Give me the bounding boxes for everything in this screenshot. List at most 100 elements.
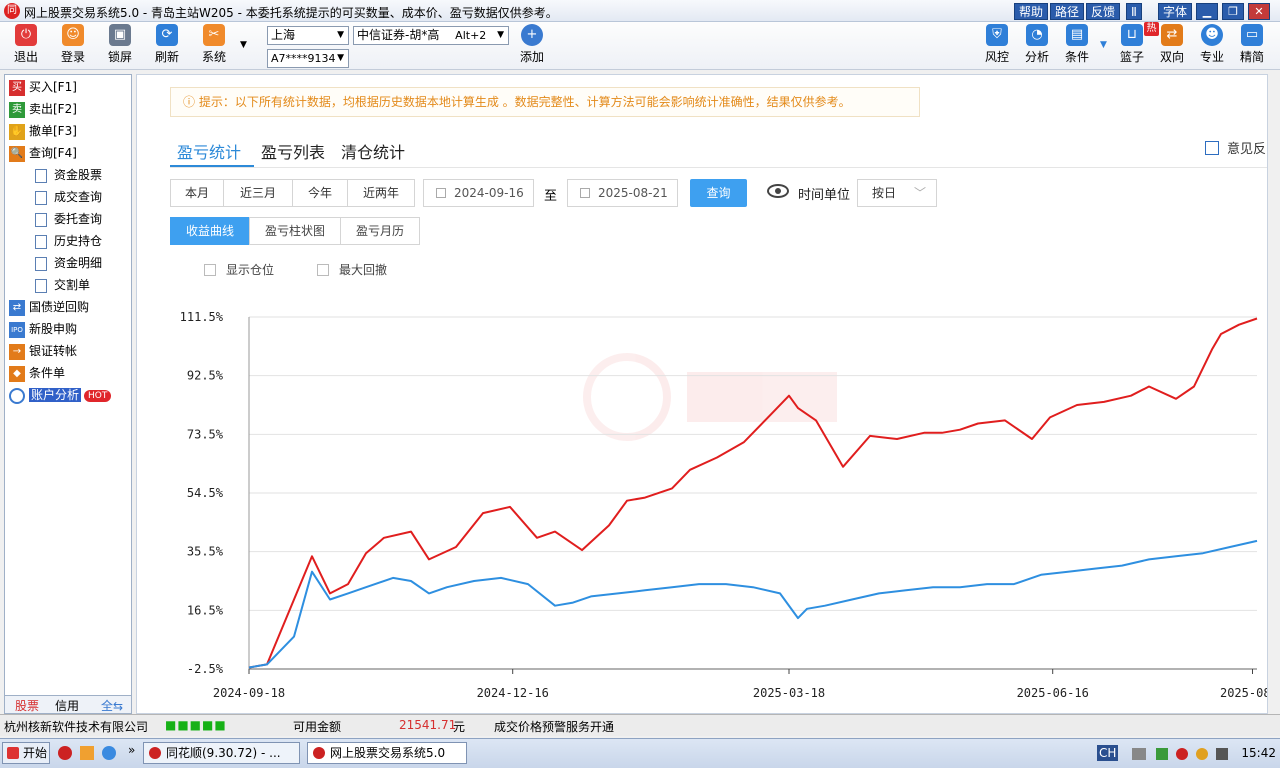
volume-icon[interactable] — [1215, 747, 1228, 760]
query-magnifier-icon: 🔍 — [9, 145, 25, 162]
task-tonghuashun[interactable]: 同花顺(9.30.72) - ... — [143, 742, 300, 764]
system-dropdown-icon[interactable]: ▼ — [240, 40, 247, 50]
compact-button[interactable]: ▭ 精简 — [1232, 24, 1272, 65]
feedback-label: 意见反 — [1227, 142, 1267, 157]
tab-clearance-stats[interactable]: 清仓统计 — [341, 139, 405, 163]
checkbox-box — [317, 264, 329, 276]
sidebar-subitem-settlement[interactable]: 交割单 — [35, 275, 90, 295]
maximize-icon[interactable]: ❐ — [1222, 3, 1244, 20]
sidebar-item-account-analysis[interactable]: 账户分析 HOT — [9, 385, 112, 405]
font-button[interactable]: 字体 — [1158, 3, 1193, 20]
minimize-icon[interactable]: ▁ — [1196, 3, 1218, 20]
sidebar-item-reverse-repo[interactable]: ⇄ 国债逆回购 — [9, 297, 89, 317]
chevron-right-icon[interactable]: » — [128, 743, 135, 757]
tab-all[interactable]: 全⇆ — [101, 697, 123, 714]
network-icon[interactable] — [1156, 747, 1169, 760]
feedback-title-button[interactable]: 反馈 — [1086, 3, 1121, 20]
refresh-button[interactable]: ⟳ 刷新 — [147, 24, 187, 65]
pin-button[interactable]: Ⅱ — [1126, 3, 1142, 20]
eye-icon[interactable] — [767, 184, 789, 198]
exit-button[interactable]: ⏻ 退出 — [6, 24, 46, 65]
query-button[interactable]: 查询 — [690, 179, 747, 207]
sidebar-item-sell[interactable]: 卖卖出[F2] — [9, 99, 77, 119]
account-select[interactable]: 中信证券-胡*高 Alt+2 ▼ — [353, 26, 509, 45]
keyboard-icon[interactable] — [1132, 747, 1147, 760]
sidebar-item-query[interactable]: 🔍 查询[F4] — [9, 143, 77, 163]
range-this-month[interactable]: 本月 — [170, 179, 224, 207]
range-this-year[interactable]: 今年 — [292, 179, 348, 207]
condition-dropdown-icon[interactable]: ▼ — [1100, 40, 1107, 50]
show-position-checkbox[interactable]: 显示仓位 — [204, 261, 274, 278]
time-unit-label: 时间单位 — [798, 188, 851, 203]
start-button[interactable]: 开始 — [2, 742, 50, 764]
subtab-profit-calendar[interactable]: 盈亏月历 — [340, 217, 420, 245]
sidebar-subitem-funds-stocks[interactable]: 资金股票 — [35, 165, 102, 185]
refresh-icon: ⟳ — [156, 24, 178, 46]
add-user-icon: + — [521, 24, 543, 46]
tray-app-icon[interactable] — [1175, 747, 1188, 760]
time-unit-select[interactable]: 按日 ﹀ — [857, 179, 937, 207]
task-trading-system[interactable]: 网上股票交易系统5.0 — [307, 742, 467, 764]
tab-profit-list[interactable]: 盈亏列表 — [261, 139, 325, 163]
sidebar-subitem-history-holdings[interactable]: 历史持仓 — [35, 231, 102, 251]
sidebar-item-buy[interactable]: 买买入[F1] — [9, 77, 77, 97]
sidebar-item-conditional[interactable]: ◆ 条件单 — [9, 363, 65, 383]
tools-icon: ✂ — [203, 24, 225, 46]
status-bar: 杭州核新软件技术有限公司 ■■■■■ 可用金额 21541.71 元 成交价格预… — [0, 714, 1280, 736]
y-tick-label: 73.5% — [187, 427, 224, 441]
sidebar-item-ipo[interactable]: IPO 新股申购 — [9, 319, 77, 339]
subtab-profit-bar[interactable]: 盈亏柱状图 — [249, 217, 341, 245]
sidebar-subitem-fund-details[interactable]: 资金明细 — [35, 253, 102, 273]
account-id-select[interactable]: A7****9134 ▼ — [267, 49, 349, 68]
login-label: 登录 — [60, 50, 85, 64]
analysis-button[interactable]: ◔ 分析 — [1017, 24, 1057, 65]
login-button[interactable]: ☺ 登录 — [53, 24, 93, 65]
security-icon[interactable] — [1195, 747, 1208, 760]
end-date-field[interactable]: 2025-08-21 — [567, 179, 678, 207]
start-date-field[interactable]: 2024-09-16 — [423, 179, 534, 207]
subtab-return-curve[interactable]: 收益曲线 — [170, 217, 250, 245]
professional-icon: ☻ — [1201, 24, 1223, 46]
condition-button[interactable]: ▤ 条件 — [1057, 24, 1097, 65]
edit-icon — [1205, 141, 1219, 155]
lock-button[interactable]: ▣ 锁屏 — [100, 24, 140, 65]
system-button[interactable]: ✂ 系统 — [194, 24, 234, 65]
quicklaunch-app-icon[interactable] — [58, 746, 72, 760]
professional-button[interactable]: ☻ 专业 — [1192, 24, 1232, 65]
market-select[interactable]: 上海 ▼ — [267, 26, 349, 45]
account-shortcut: Alt+2 — [455, 29, 487, 42]
main-panel: ⓘ 提示：以下所有统计数据，均根据历史数据本地计算生成 。数据完整性、计算方法可… — [136, 74, 1268, 714]
input-language[interactable]: CH — [1097, 745, 1119, 761]
time-unit-value: 按日 — [872, 186, 897, 200]
tabs-divider — [170, 167, 1267, 168]
chevron-down-icon: ﹀ — [913, 186, 926, 200]
close-icon[interactable]: ✕ — [1248, 3, 1270, 20]
lock-icon: ▣ — [109, 24, 131, 46]
path-button[interactable]: 路径 — [1050, 3, 1085, 20]
sidebar-item-cancel[interactable]: ✋ 撤单[F3] — [9, 121, 77, 141]
bidirectional-button[interactable]: ⇄ 双向 — [1152, 24, 1192, 65]
sidebar-subitem-trades[interactable]: 成交查询 — [35, 187, 102, 207]
tab-stocks[interactable]: 股票 — [15, 697, 39, 714]
tab-profit-stats[interactable]: 盈亏统计 — [177, 139, 241, 163]
max-drawdown-checkbox[interactable]: 最大回撤 — [317, 261, 387, 278]
main-toolbar: ⏻ 退出 ☺ 登录 ▣ 锁屏 ⟳ 刷新 ✂ 系统 ▼ 上海 ▼ 中信证券-胡*高 … — [0, 22, 1280, 70]
add-account-button[interactable]: + 添加 — [512, 24, 552, 65]
quicklaunch-folder-icon[interactable] — [80, 746, 94, 760]
basket-icon: ⊔ — [1121, 24, 1143, 46]
bidirectional-icon: ⇄ — [1161, 24, 1183, 46]
sidebar-subitem-orders[interactable]: 委托查询 — [35, 209, 102, 229]
range-last-two-years[interactable]: 近两年 — [347, 179, 415, 207]
sidebar-item-label: 银证转帐 — [29, 344, 78, 358]
feedback-link[interactable]: 意见反 — [1205, 138, 1266, 157]
risk-control-label: 风控 — [984, 50, 1009, 64]
range-last-three-months[interactable]: 近三月 — [223, 179, 293, 207]
power-icon: ⏻ — [15, 24, 37, 46]
risk-control-button[interactable]: ⛨ 风控 — [977, 24, 1017, 65]
quicklaunch-browser-icon[interactable] — [102, 746, 116, 760]
sidebar-item-transfer[interactable]: → 银证转帐 — [9, 341, 77, 361]
tab-credit[interactable]: 信用 — [55, 697, 79, 714]
sidebar-item-label: 撤单[F3] — [29, 124, 77, 138]
document-icon — [35, 190, 47, 205]
help-button[interactable]: 帮助 — [1014, 3, 1049, 20]
